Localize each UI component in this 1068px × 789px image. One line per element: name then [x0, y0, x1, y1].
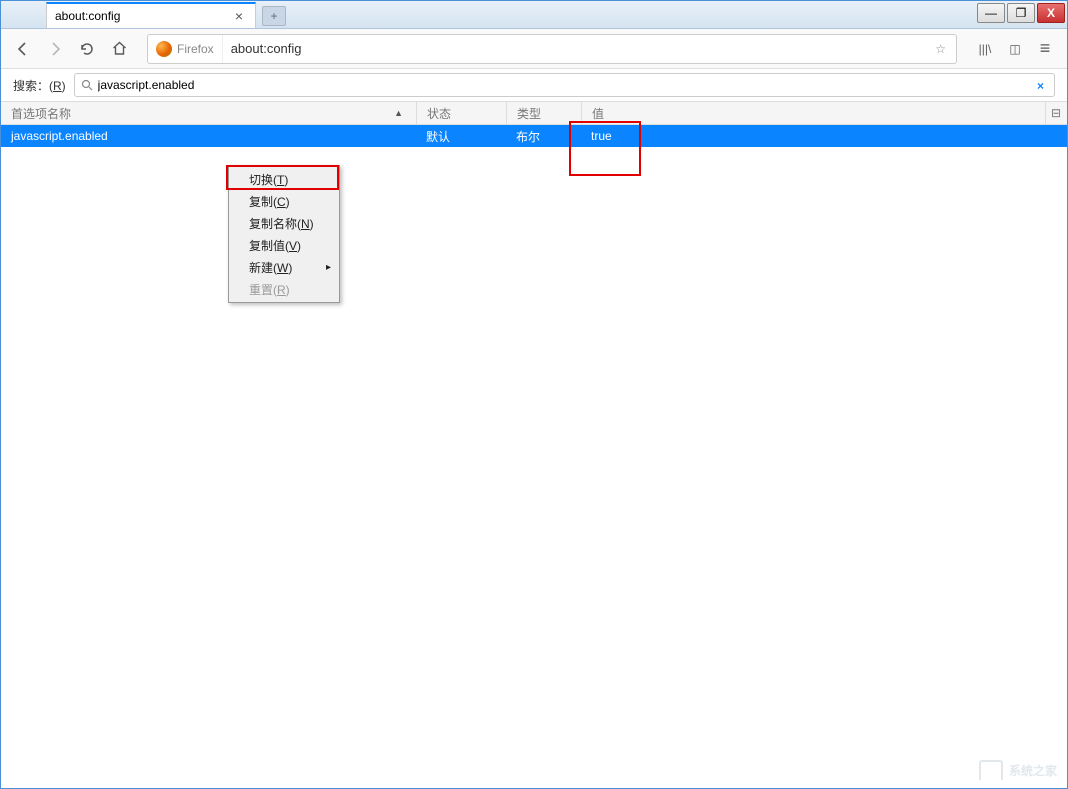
library-icon: |||\ [979, 42, 992, 56]
sort-asc-icon: ▲ [394, 108, 403, 118]
ctx-reset: 重置(R) [231, 278, 337, 300]
sidebar-icon: ◫ [1009, 42, 1020, 56]
reload-icon [79, 41, 95, 57]
tab-close-icon[interactable]: × [231, 8, 247, 24]
col-header-value[interactable]: 值 [581, 102, 1045, 124]
tab-title: about:config [55, 9, 231, 23]
window-controls: — ❐ X [977, 3, 1065, 23]
ctx-copy[interactable]: 复制(C) [231, 190, 337, 212]
cell-name: javascript.enabled [1, 129, 416, 143]
pref-row-selected[interactable]: javascript.enabled 默认 布尔 true [1, 125, 1067, 147]
minimize-icon: — [985, 6, 997, 20]
toolbar-right: |||\ ◫ ≡ [971, 35, 1059, 63]
search-icon [81, 79, 93, 91]
home-button[interactable] [105, 35, 133, 63]
col-header-name[interactable]: 首选项名称 ▲ [1, 102, 416, 124]
firefox-icon [156, 41, 172, 57]
search-input[interactable] [98, 78, 1033, 92]
ctx-copy-value[interactable]: 复制值(V) [231, 234, 337, 256]
star-icon: ☆ [935, 42, 946, 56]
url-bar[interactable]: Firefox about:config ☆ [147, 34, 957, 64]
column-headers: 首选项名称 ▲ 状态 类型 值 ⊟ [1, 101, 1067, 125]
home-icon [111, 40, 128, 57]
maximize-button[interactable]: ❐ [1007, 3, 1035, 23]
ctx-toggle[interactable]: 切换(T) [231, 168, 337, 190]
back-icon [14, 40, 32, 58]
cell-value: true [581, 129, 1067, 143]
watermark-logo-icon [979, 760, 1003, 780]
cell-type: 布尔 [506, 128, 581, 145]
identity-box[interactable]: Firefox [148, 35, 223, 63]
pref-rows: javascript.enabled 默认 布尔 true [1, 125, 1067, 147]
browser-window: about:config × + — ❐ X [0, 0, 1068, 789]
search-label: 搜索：(R) [13, 77, 66, 94]
ctx-new[interactable]: 新建(W) ▸ [231, 256, 337, 278]
clear-icon: × [1037, 79, 1044, 93]
col-header-status[interactable]: 状态 [416, 102, 506, 124]
identity-label: Firefox [177, 42, 214, 56]
minimize-button[interactable]: — [977, 3, 1005, 23]
close-icon: X [1047, 6, 1055, 20]
new-tab-button[interactable]: + [262, 6, 286, 26]
forward-icon [46, 40, 64, 58]
tab-strip: about:config × + [46, 0, 286, 28]
close-button[interactable]: X [1037, 3, 1065, 23]
plus-icon: + [270, 9, 277, 23]
forward-button[interactable] [41, 35, 69, 63]
config-search-row: 搜索：(R) × [1, 69, 1067, 101]
tab-active[interactable]: about:config × [46, 2, 256, 28]
back-button[interactable] [9, 35, 37, 63]
column-picker-icon: ⊟ [1051, 106, 1061, 120]
hamburger-icon: ≡ [1040, 38, 1051, 59]
context-menu: 切换(T) 复制(C) 复制名称(N) 复制值(V) 新建(W) ▸ 重置(R) [228, 165, 340, 303]
clear-search-button[interactable]: × [1033, 77, 1048, 93]
maximize-icon: ❐ [1016, 6, 1027, 20]
watermark: 系统之家 [979, 760, 1057, 780]
col-header-type[interactable]: 类型 [506, 102, 581, 124]
app-menu-button[interactable]: ≡ [1031, 35, 1059, 63]
cell-status: 默认 [416, 128, 506, 145]
titlebar: about:config × + — ❐ X [1, 1, 1067, 29]
sidebar-button[interactable]: ◫ [1001, 35, 1029, 63]
bookmark-star-button[interactable]: ☆ [925, 40, 956, 58]
url-text[interactable]: about:config [223, 41, 926, 56]
library-button[interactable]: |||\ [971, 35, 999, 63]
nav-toolbar: Firefox about:config ☆ |||\ ◫ ≡ [1, 29, 1067, 69]
search-box[interactable]: × [74, 73, 1055, 97]
ctx-copy-name[interactable]: 复制名称(N) [231, 212, 337, 234]
submenu-arrow-icon: ▸ [326, 262, 331, 273]
reload-button[interactable] [73, 35, 101, 63]
column-picker-button[interactable]: ⊟ [1045, 102, 1067, 124]
